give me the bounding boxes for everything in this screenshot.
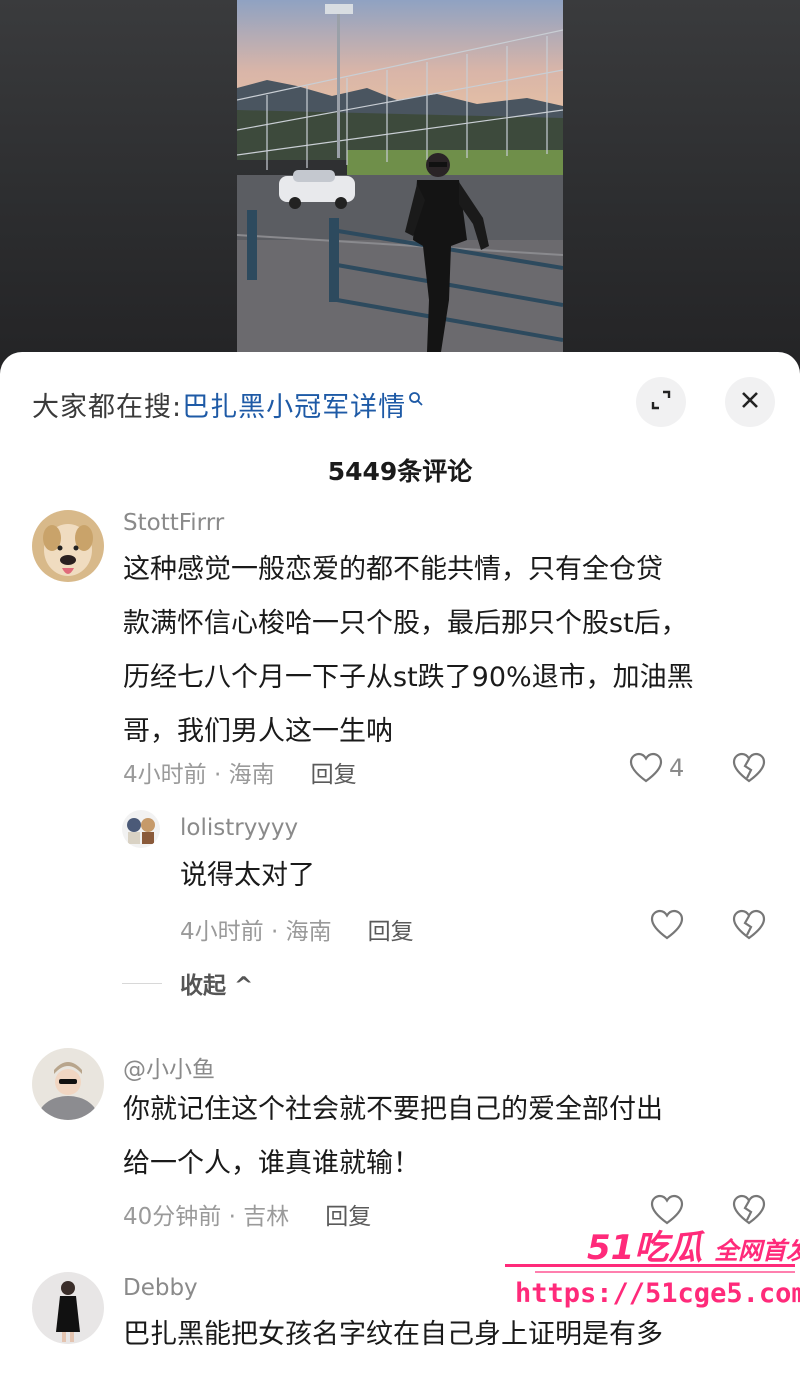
comment-meta: 4小时前 · 海南 回复 [123, 755, 357, 789]
reply-text: 说得太对了 [180, 860, 315, 891]
broken-heart-icon [732, 909, 766, 940]
watermark: 51吃瓜 全网首发 https://51cge5.com [505, 1218, 800, 1318]
video-player[interactable] [0, 0, 800, 380]
divider [122, 982, 162, 984]
close-button[interactable] [725, 377, 775, 427]
like-button[interactable]: 4 [629, 752, 684, 784]
heart-icon [650, 909, 684, 940]
trending-search-bar[interactable]: 大家都在搜: 巴扎黑小冠军详情 [32, 385, 424, 424]
reply-button[interactable]: 回复 [368, 912, 414, 946]
comment-text: 这种感觉一般恋爱的都不能共情，只有全仓贷 款满怀信心梭哈一只个股，最后那只个股s… [123, 554, 694, 747]
watermark-url: https://51cge5.com [515, 1278, 800, 1309]
reply-button[interactable]: 回复 [325, 1197, 371, 1231]
comment-username[interactable]: @小小鱼 [123, 1050, 215, 1084]
watermark-line [505, 1264, 795, 1267]
dislike-button[interactable] [732, 752, 766, 788]
comment-count-title: 5449条评论 [327, 457, 473, 486]
comment-username[interactable]: StottFirrr [123, 510, 224, 536]
reply-button[interactable]: 回复 [311, 755, 357, 789]
trending-search-prefix: 大家都在搜: [32, 391, 183, 423]
trending-search-query[interactable]: 巴扎黑小冠军详情 [182, 385, 406, 424]
watermark-line [535, 1271, 795, 1273]
heart-icon [629, 752, 663, 783]
comment-time-location: 40分钟前 · 吉林 [123, 1204, 290, 1230]
avatar[interactable] [32, 1048, 104, 1120]
comment-text: 你就记住这个社会就不要把自己的爱全部付出 给一个人，谁真谁就输！ [123, 1094, 663, 1179]
search-icon [408, 383, 424, 414]
expand-icon [649, 388, 673, 416]
like-button[interactable] [650, 909, 684, 941]
comment-meta: 40分钟前 · 吉林 回复 [123, 1197, 371, 1231]
collapse-label[interactable]: 收起 ^ [180, 966, 253, 1000]
expand-button[interactable] [636, 377, 686, 427]
comment-username[interactable]: Debby [123, 1275, 198, 1301]
reply-meta: 4小时前 · 海南 回复 [180, 912, 414, 946]
like-count: 4 [669, 754, 685, 782]
close-icon [738, 388, 762, 416]
comment-time-location: 4小时前 · 海南 [123, 762, 275, 788]
avatar[interactable] [32, 1272, 104, 1344]
watermark-brand: 51吃瓜 [587, 1228, 703, 1268]
broken-heart-icon [732, 752, 766, 783]
video-frame [237, 0, 563, 352]
collapse-replies-button[interactable]: 收起 ^ [122, 966, 253, 1000]
watermark-brand-row: 51吃瓜 全网首发 [587, 1220, 800, 1269]
reply-username[interactable]: lolistryyyy [180, 815, 298, 841]
avatar[interactable] [32, 510, 104, 582]
trending-search-link[interactable]: 巴扎黑小冠军详情 [182, 385, 424, 424]
reply-time-location: 4小时前 · 海南 [180, 919, 332, 945]
dislike-button[interactable] [732, 909, 766, 945]
watermark-tagline: 全网首发 [714, 1237, 800, 1265]
avatar[interactable] [122, 810, 160, 848]
